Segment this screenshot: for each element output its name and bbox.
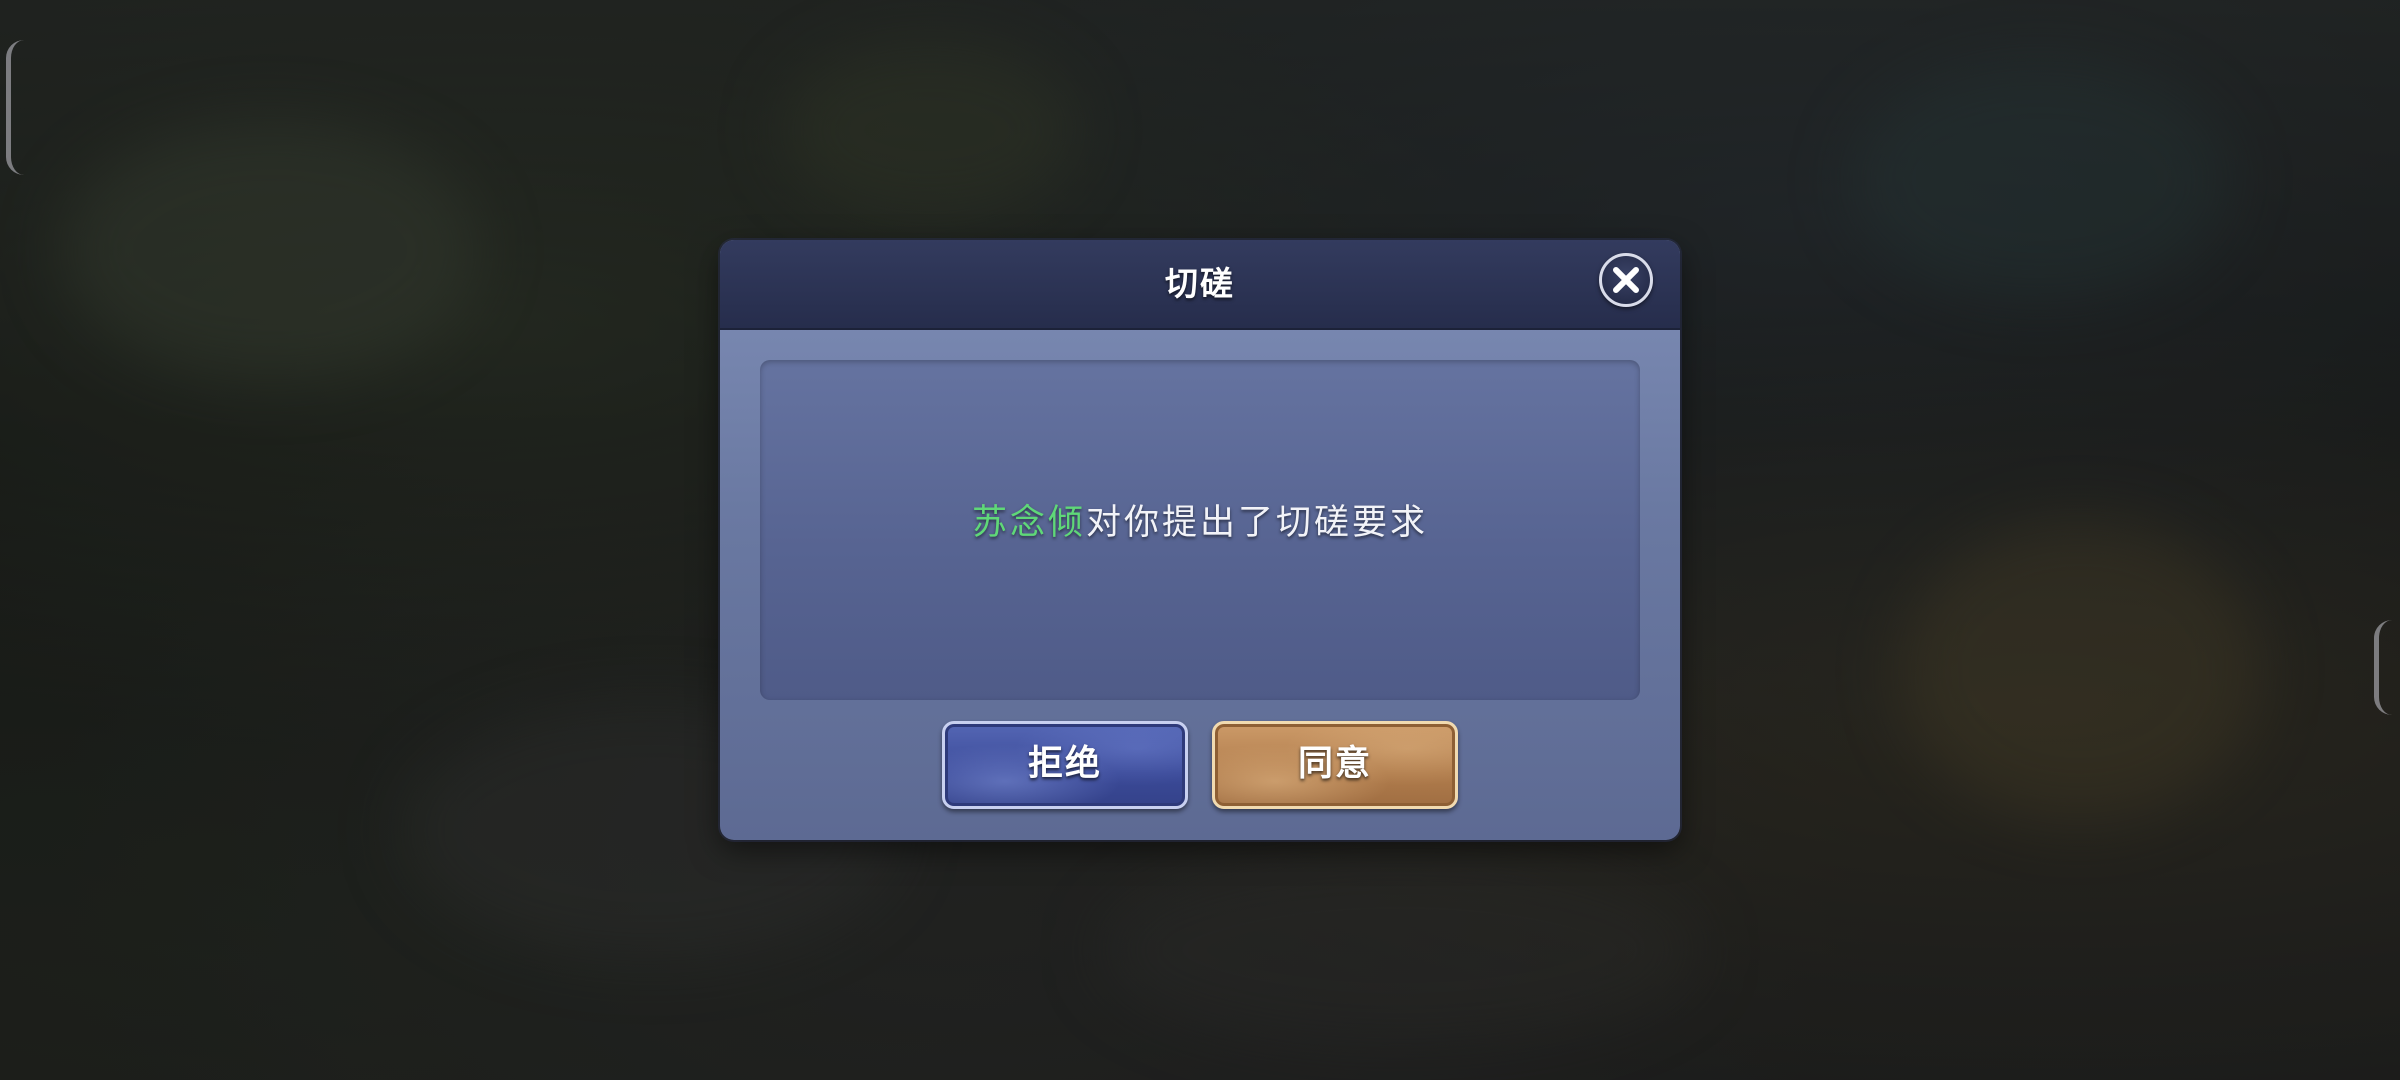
request-text: 对你提出了切磋要求 xyxy=(1086,503,1429,543)
right-edge-handle[interactable] xyxy=(2374,620,2397,715)
left-edge-handle[interactable] xyxy=(6,40,29,175)
reject-button[interactable]: 拒绝 xyxy=(942,721,1188,809)
request-message: 苏念倾对你提出了切磋要求 xyxy=(760,498,1640,548)
player-name: 苏念倾 xyxy=(971,503,1086,543)
agree-button[interactable]: 同意 xyxy=(1212,721,1458,809)
close-button[interactable] xyxy=(1599,253,1653,307)
duel-request-dialog: 切磋 苏念倾对你提出了切磋要求 拒绝 同意 xyxy=(720,240,1680,840)
dialog-title: 切磋 xyxy=(1165,264,1235,303)
message-panel: 苏念倾对你提出了切磋要求 xyxy=(760,360,1640,700)
